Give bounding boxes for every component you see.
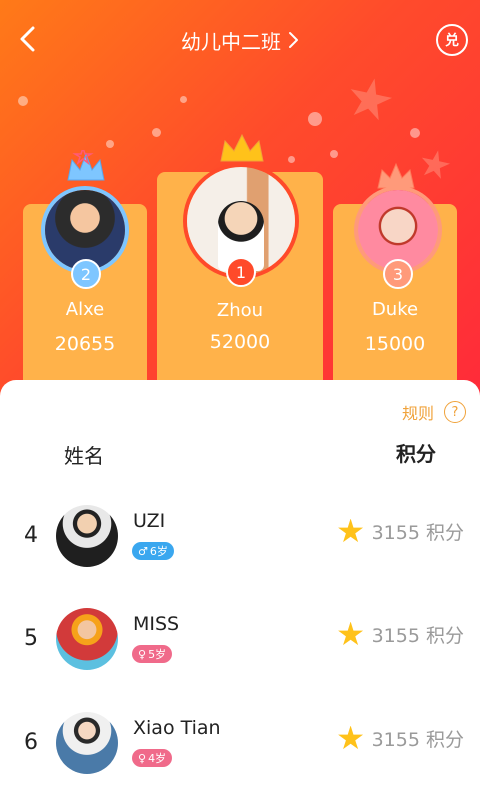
rules-button[interactable]: 规则 ?	[402, 400, 466, 424]
age-label: 6岁	[149, 545, 168, 558]
female-icon: ♀	[138, 647, 147, 661]
decor-star-icon	[344, 74, 396, 126]
female-icon: ♀	[138, 751, 147, 765]
page-title: 幼儿中二班	[181, 29, 281, 54]
star-icon	[338, 518, 364, 543]
gender-age-badge: ♂ 6岁	[132, 542, 174, 560]
row-score-value: 3155 积分	[371, 729, 464, 751]
redeem-label: 兑	[445, 33, 459, 49]
class-selector[interactable]: 幼儿中二班	[181, 26, 299, 55]
rules-label: 规则	[401, 404, 434, 423]
row-name: MISS	[133, 613, 180, 635]
decor-dot	[288, 156, 295, 163]
list-item[interactable]: 4 UZI ♂ 6岁 3155 积分	[0, 490, 480, 580]
rank-badge: 2	[71, 259, 101, 289]
avatar[interactable]	[56, 712, 118, 774]
avatar-image	[45, 190, 125, 270]
column-header-name: 姓名	[64, 444, 104, 468]
podium-name-second: Alxe	[65, 299, 105, 320]
column-header-score: 积分	[396, 442, 436, 466]
list-item[interactable]: 5 MISS ♀ 5岁 3155 积分	[0, 593, 480, 683]
decor-dot	[180, 96, 187, 103]
podium-score-second: 20655	[54, 333, 116, 355]
row-score-value: 3155 积分	[371, 522, 464, 544]
row-rank: 6	[24, 730, 38, 755]
leaderboard-screen: 幼儿中二班 兑 2 1 3 Alxe 20655 Zhou 52000 Duke…	[0, 0, 480, 800]
podium-score-third: 15000	[364, 333, 426, 355]
row-score-value: 3155 积分	[371, 625, 464, 647]
decor-star-icon	[417, 147, 453, 183]
rank-number: 3	[392, 264, 404, 284]
ranking-list-panel: 规则 ? 姓名 积分 4 UZI ♂ 6岁 3155 积分 5 MISS ♀ 5…	[0, 380, 480, 800]
rank-number: 1	[235, 262, 247, 282]
avatar[interactable]	[56, 505, 118, 567]
row-rank: 5	[24, 626, 38, 651]
age-label: 4岁	[148, 752, 167, 765]
back-button[interactable]	[12, 24, 42, 54]
gender-age-badge: ♀ 5岁	[132, 645, 173, 663]
row-score: 3155 积分	[338, 621, 464, 648]
row-score: 3155 积分	[338, 518, 464, 545]
male-icon: ♂	[138, 544, 148, 558]
row-name: Xiao Tian	[133, 717, 221, 739]
podium-name-first: Zhou	[216, 300, 264, 321]
decor-dot	[106, 140, 114, 148]
list-item[interactable]: 6 Xiao Tian ♀ 4岁 3155 积分	[0, 697, 480, 787]
crown-icon	[67, 150, 105, 181]
decor-dot	[18, 96, 28, 106]
chevron-right-icon	[289, 32, 298, 48]
star-icon	[338, 725, 364, 750]
row-rank: 4	[24, 523, 38, 548]
avatar[interactable]	[56, 608, 118, 670]
rank-badge: 3	[383, 259, 413, 289]
redeem-button[interactable]: 兑	[436, 24, 468, 56]
help-icon: ?	[444, 401, 466, 423]
avatar-image	[358, 190, 438, 270]
crown-icon	[220, 133, 264, 162]
decor-dot	[410, 128, 420, 138]
gender-age-badge: ♀ 4岁	[132, 749, 173, 767]
rank-badge: 1	[226, 257, 256, 287]
top-bar: 幼儿中二班 兑	[0, 0, 480, 80]
row-score: 3155 积分	[338, 725, 464, 752]
podium-name-third: Duke	[371, 299, 419, 320]
age-label: 5岁	[148, 648, 167, 661]
decor-dot	[308, 112, 322, 126]
chevron-left-icon	[20, 26, 35, 52]
decor-dot	[152, 128, 161, 137]
row-name: UZI	[133, 510, 166, 532]
decor-dot	[330, 150, 338, 158]
rank-number: 2	[80, 264, 92, 284]
podium-score-first: 52000	[209, 331, 271, 353]
star-icon	[338, 621, 364, 646]
